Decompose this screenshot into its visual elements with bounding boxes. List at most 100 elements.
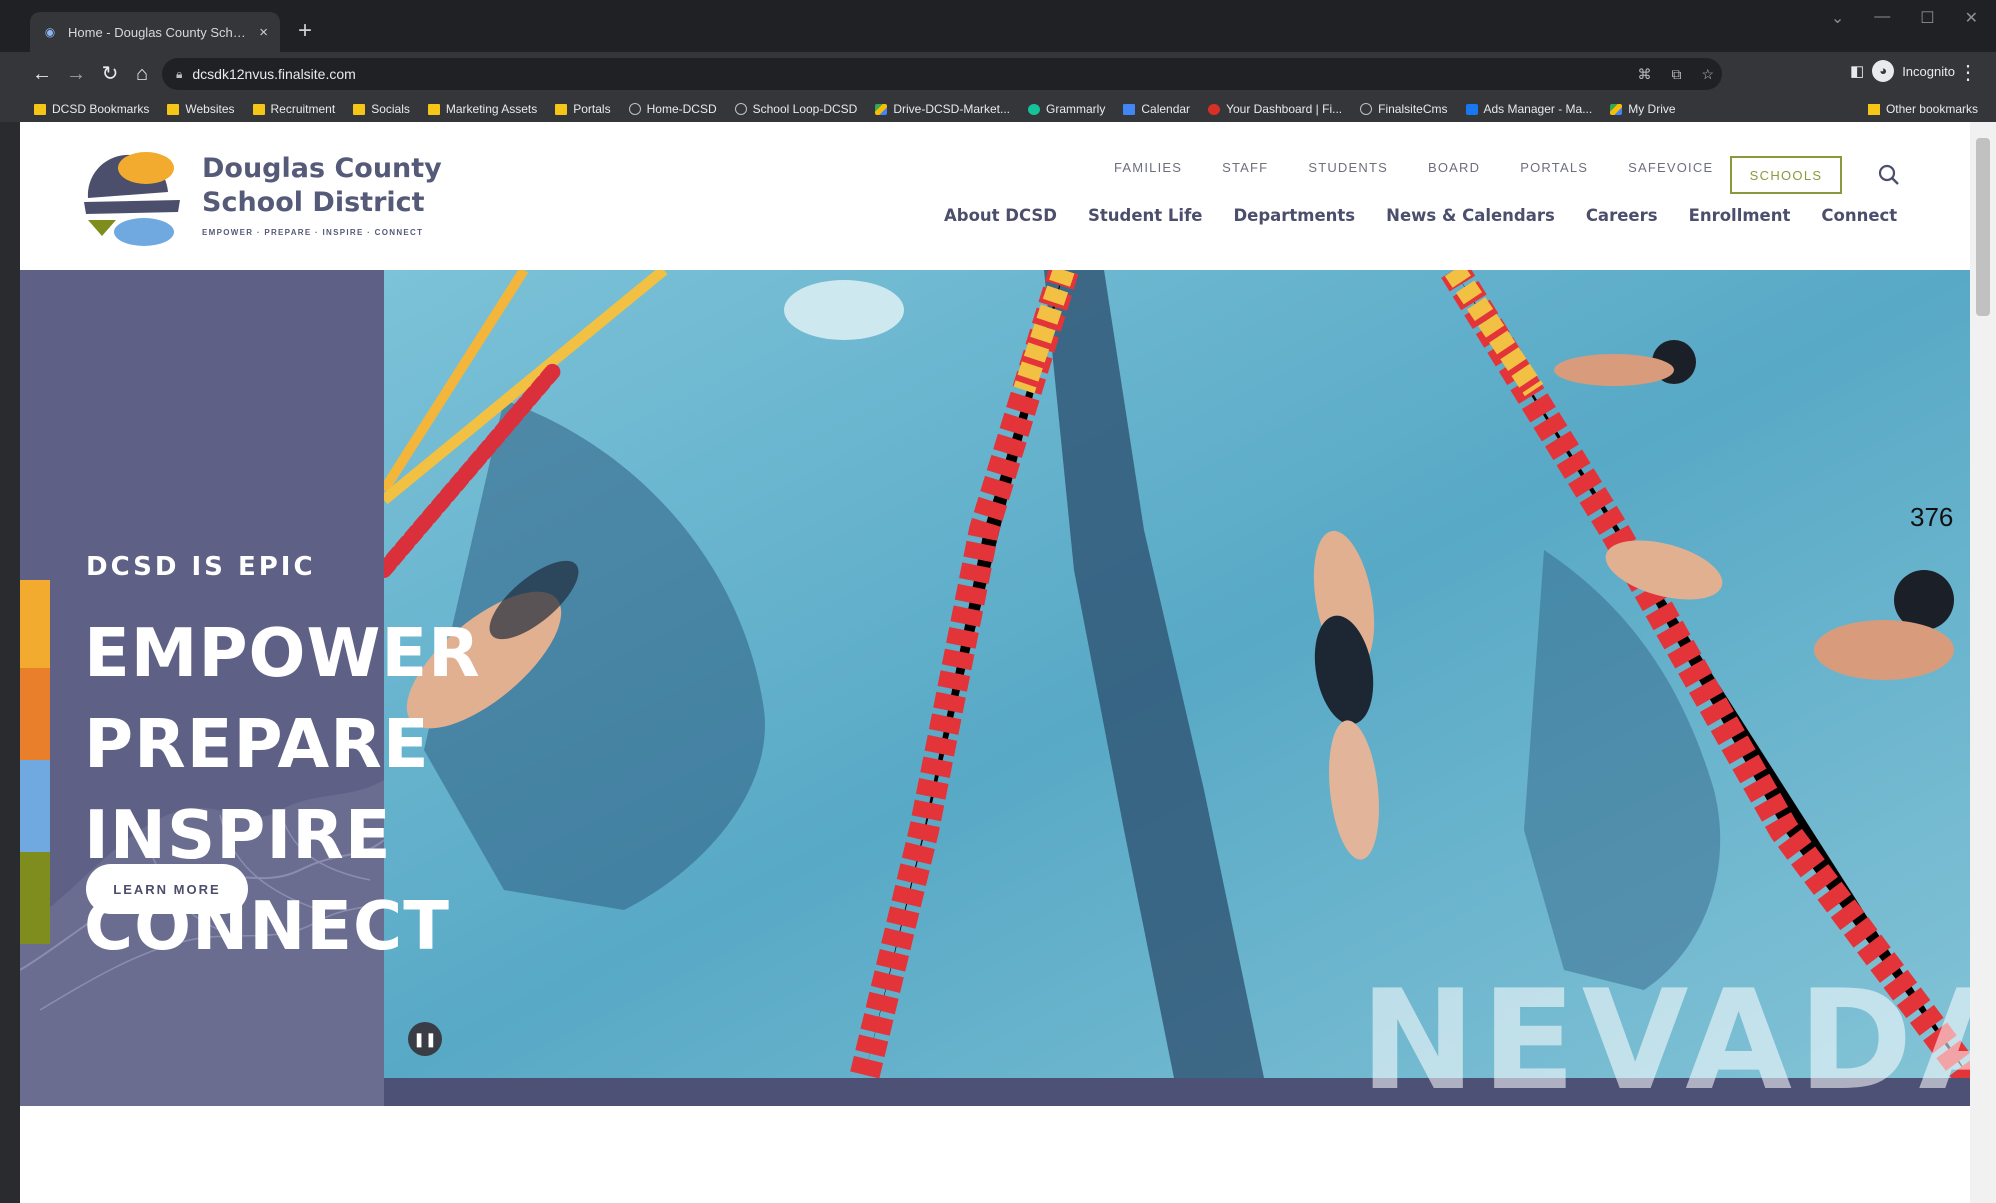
bookmark-label: Marketing Assets (445, 102, 538, 116)
chevron-down-icon[interactable]: ⌄ (1831, 8, 1844, 28)
nav-enrollment[interactable]: Enrollment (1689, 206, 1791, 225)
globe-icon (628, 103, 641, 115)
browser-tabstrip: ◉ Home - Douglas County School × + ⌄ — ☐… (0, 0, 1996, 52)
scrollbar-thumb[interactable] (1976, 138, 1990, 316)
bookmark-label: Home-DCSD (646, 102, 717, 116)
util-nav-board[interactable]: BOARD (1428, 160, 1480, 175)
drive-icon (875, 103, 888, 115)
hero-headline: EMPOWER PREPARE INSPIRE CONNECT (84, 608, 481, 972)
learn-more-button[interactable]: LEARN MORE (86, 864, 248, 914)
bookmark-item[interactable]: Home-DCSD (628, 102, 717, 116)
folder-icon (34, 103, 46, 115)
bookmark-label: Drive-DCSD-Market... (893, 102, 1011, 116)
overlay-number: 376 (1910, 502, 1954, 532)
nav-news-calendars[interactable]: News & Calendars (1386, 206, 1555, 225)
util-nav-portals[interactable]: PORTALS (1520, 160, 1588, 175)
menu-icon[interactable]: ⋮ (1958, 60, 1978, 85)
bookmark-item[interactable]: Marketing Assets (427, 102, 538, 116)
new-tab-button[interactable]: + (290, 16, 320, 46)
address-bar[interactable]: 🔒︎ dcsdk12nvus.finalsite.com ⌘ ⧉ ☆ (162, 58, 1722, 90)
other-bookmarks-label: Other bookmarks (1885, 102, 1978, 116)
profile-button[interactable]: ◧ ◕ Incognito (1850, 60, 1955, 82)
nav-departments[interactable]: Departments (1233, 206, 1355, 225)
calendar-icon (1123, 103, 1136, 115)
bookmark-item[interactable]: My Drive (1610, 102, 1676, 116)
util-nav-students[interactable]: STUDENTS (1308, 160, 1388, 175)
browser-tab[interactable]: ◉ Home - Douglas County School × (30, 12, 280, 52)
bookmark-label: School Loop-DCSD (752, 102, 858, 116)
maximize-icon[interactable]: ☐ (1920, 8, 1934, 28)
qr-code-icon[interactable]: ⌘ (1637, 66, 1651, 83)
bookmarks-bar: DCSD Bookmarks Websites Recruitment Socials… (0, 96, 1996, 122)
forward-arrow-icon[interactable]: → (62, 60, 90, 88)
bookmark-item[interactable]: Socials (353, 102, 410, 116)
bookmark-item[interactable]: Calendar (1123, 102, 1190, 116)
bookmark-item[interactable]: Drive-DCSD-Market... (875, 102, 1010, 116)
district-wordmark[interactable]: Douglas County School District EMPOWER ·… (202, 152, 442, 237)
bookmark-label: Portals (573, 102, 611, 116)
nav-student-life[interactable]: Student Life (1088, 206, 1202, 225)
color-accent-bars (20, 580, 50, 944)
bookmark-item[interactable]: Recruitment (252, 102, 336, 116)
grammarly-icon (1028, 103, 1041, 115)
meta-icon (1465, 103, 1478, 115)
pause-icon[interactable]: ❚❚ (408, 1022, 442, 1056)
tab-close-icon[interactable]: × (259, 24, 268, 41)
minimize-icon[interactable]: — (1874, 8, 1890, 28)
bookmark-item[interactable]: Websites (167, 102, 235, 116)
bookmark-label: Your Dashboard | Fi... (1226, 102, 1343, 116)
nav-connect[interactable]: Connect (1821, 206, 1897, 225)
back-arrow-icon[interactable]: ← (28, 60, 56, 88)
util-nav-families[interactable]: FAMILIES (1114, 160, 1182, 175)
profile-label: Incognito (1902, 63, 1955, 79)
bookmark-label: Websites (185, 102, 235, 116)
nevada-watermark: NEVADA (1360, 960, 1970, 1106)
bookmark-item[interactable]: School Loop-DCSD (734, 102, 858, 116)
translate-icon[interactable]: ⧉ (1671, 66, 1681, 83)
folder-icon (1867, 103, 1880, 115)
site-favicon-icon: ◉ (44, 25, 56, 39)
accent-bar-blue (20, 760, 50, 852)
close-icon[interactable]: ✕ (1965, 8, 1978, 28)
drive-icon (1610, 103, 1623, 115)
page-scrollbar[interactable] (1970, 122, 1996, 1203)
search-icon[interactable] (1878, 164, 1900, 186)
side-panel-icon[interactable]: ◧ (1850, 62, 1864, 80)
bookmark-item[interactable]: Ads Manager - Ma... (1465, 102, 1593, 116)
tab-title: Home - Douglas County School (68, 24, 250, 40)
bookmark-item[interactable]: DCSD Bookmarks (34, 102, 149, 116)
folder-icon (353, 103, 366, 115)
bookmark-item[interactable]: Your Dashboard | Fi... (1208, 102, 1342, 116)
bookmark-label: DCSD Bookmarks (52, 102, 150, 116)
web-page: Douglas County School District EMPOWER ·… (20, 122, 1970, 1203)
home-icon[interactable]: ⌂ (128, 60, 156, 88)
util-nav-safevoice[interactable]: SAFEVOICE (1628, 160, 1713, 175)
globe-icon (1360, 103, 1373, 115)
folder-icon (252, 103, 265, 115)
district-name-line2: School District (202, 187, 425, 218)
folder-icon (167, 103, 180, 115)
lock-icon[interactable]: 🔒︎ (176, 67, 182, 82)
accent-bar-yellow (20, 580, 50, 668)
bookmark-label: My Drive (1628, 102, 1676, 116)
district-name-line1: Douglas County (202, 153, 442, 184)
hero-swimming-video (384, 270, 1970, 1078)
accent-bar-green (20, 852, 50, 944)
utility-nav: FAMILIES STAFF STUDENTS BOARD PORTALS SA… (1114, 160, 1713, 175)
schools-button[interactable]: SCHOOLS (1730, 156, 1842, 194)
util-nav-staff[interactable]: STAFF (1222, 160, 1268, 175)
bookmark-label: Calendar (1141, 102, 1191, 116)
main-nav: About DCSD Student Life Departments News… (944, 206, 1897, 225)
incognito-icon: ◕ (1872, 60, 1895, 82)
bookmark-label: Ads Manager - Ma... (1483, 102, 1593, 116)
bookmark-star-icon[interactable]: ☆ (1701, 66, 1714, 83)
other-bookmarks[interactable]: Other bookmarks (1867, 96, 1978, 122)
bookmark-item[interactable]: Grammarly (1028, 102, 1105, 116)
reload-icon[interactable]: ↻ (96, 60, 124, 88)
bookmark-label: Recruitment (270, 102, 336, 116)
bookmark-label: Socials (371, 102, 410, 116)
bookmark-item[interactable]: FinalsiteCms (1360, 102, 1448, 116)
nav-about-dcsd[interactable]: About DCSD (944, 206, 1057, 225)
nav-careers[interactable]: Careers (1586, 206, 1658, 225)
bookmark-item[interactable]: Portals (555, 102, 611, 116)
